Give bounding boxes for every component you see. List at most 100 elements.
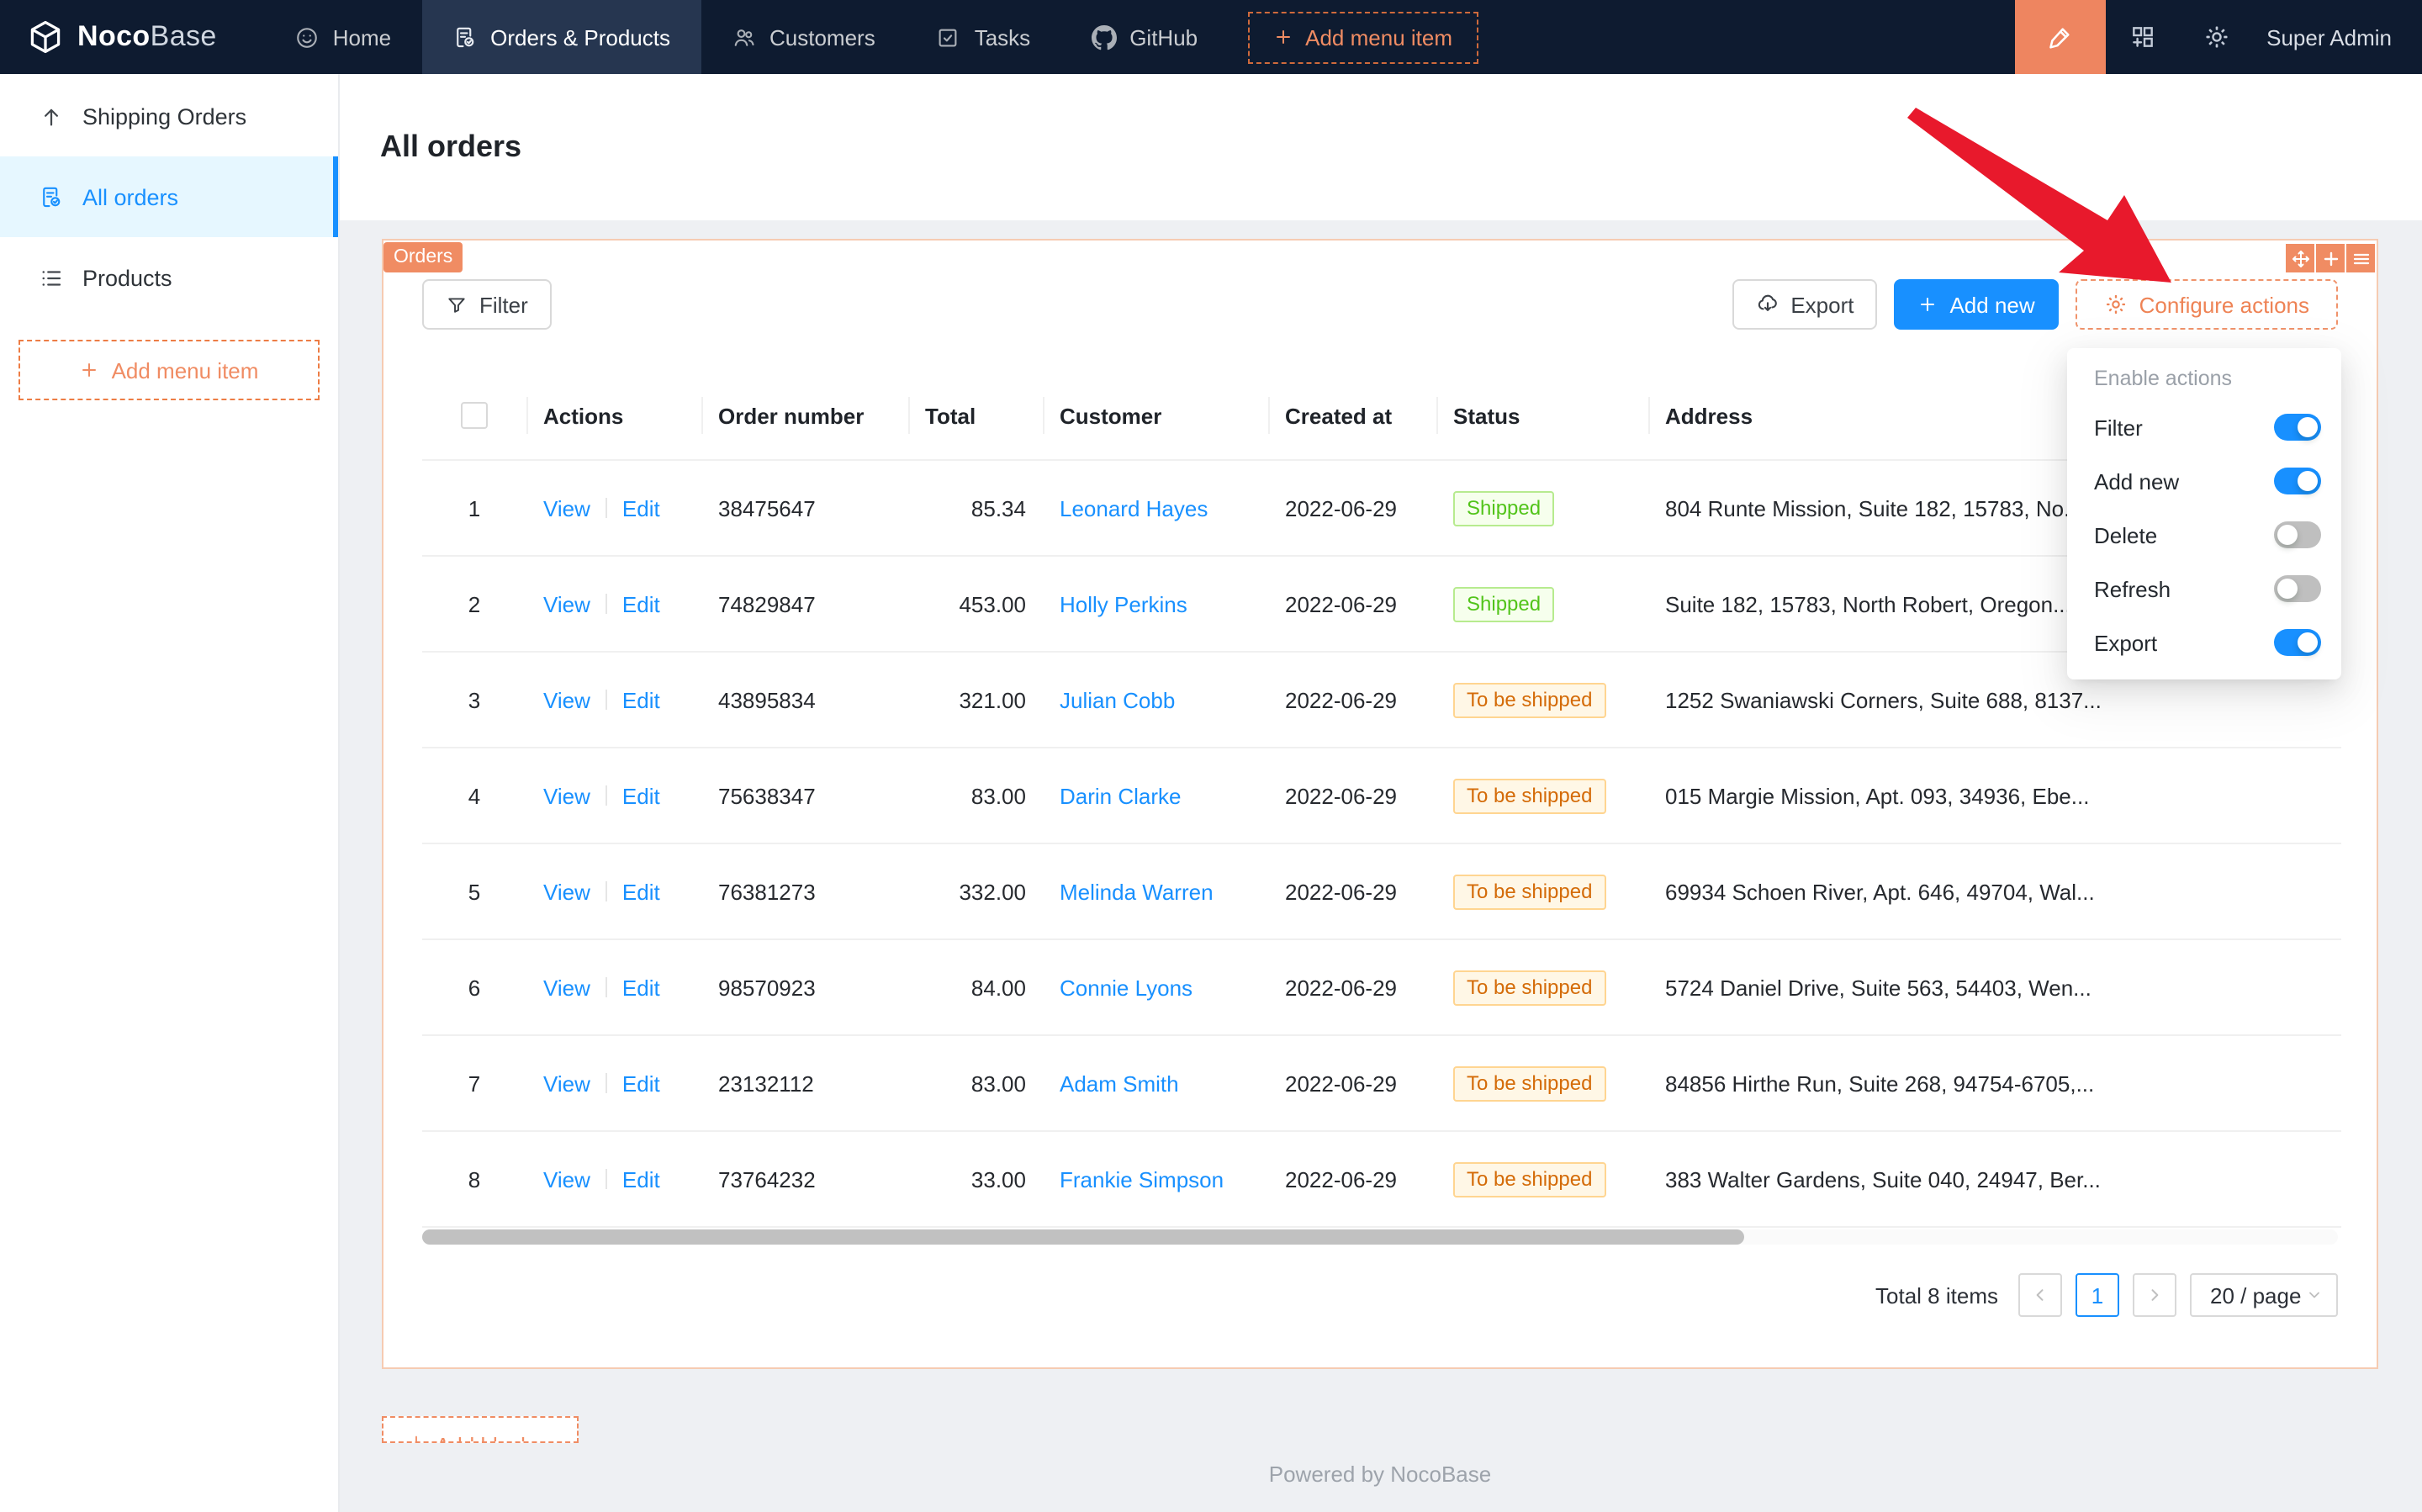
sidebar-add-menu-item-button[interactable]: Add menu item bbox=[19, 340, 320, 400]
view-link[interactable]: View bbox=[543, 1071, 590, 1096]
view-link[interactable]: View bbox=[543, 591, 590, 616]
nav-tab-home[interactable]: Home bbox=[264, 0, 421, 74]
toggle-refresh[interactable] bbox=[2274, 575, 2321, 602]
view-link[interactable]: View bbox=[543, 879, 590, 904]
table-row: 5ViewEdit76381273332.00Melinda Warren202… bbox=[422, 843, 2341, 939]
status-cell: To be shipped bbox=[1436, 939, 1648, 1035]
scrollbar-thumb[interactable] bbox=[422, 1229, 1744, 1245]
navbar-menu: HomeOrders & ProductsCustomersTasksGitHu… bbox=[264, 0, 1228, 74]
edit-link[interactable]: Edit bbox=[622, 879, 660, 904]
add-new-button[interactable]: Add new bbox=[1894, 279, 2058, 330]
created-at-cell: 2022-06-29 bbox=[1268, 460, 1436, 556]
enable-action-item-delete[interactable]: Delete bbox=[2067, 508, 2341, 562]
actions-divider bbox=[606, 976, 607, 997]
edit-link[interactable]: Edit bbox=[622, 495, 660, 521]
customer-link[interactable]: Frankie Simpson bbox=[1060, 1166, 1224, 1192]
status-cell: Shipped bbox=[1436, 556, 1648, 652]
row-actions: View Edit bbox=[526, 460, 701, 556]
row-index: 7 bbox=[422, 1035, 526, 1131]
actions-divider bbox=[606, 785, 607, 805]
edit-link[interactable]: Edit bbox=[622, 975, 660, 1000]
total-cell: 83.00 bbox=[908, 1035, 1043, 1131]
arrow-up-icon bbox=[39, 103, 64, 129]
status-badge: To be shipped bbox=[1453, 874, 1605, 909]
view-link[interactable]: View bbox=[543, 975, 590, 1000]
customer-link[interactable]: Julian Cobb bbox=[1060, 687, 1175, 712]
list-icon bbox=[39, 265, 64, 290]
row-actions: View Edit bbox=[526, 652, 701, 748]
export-button[interactable]: Export bbox=[1732, 279, 1877, 330]
nav-tab-orders-products[interactable]: Orders & Products bbox=[421, 0, 701, 74]
page-number-1[interactable]: 1 bbox=[2076, 1273, 2119, 1317]
toggle-filter[interactable] bbox=[2274, 414, 2321, 441]
nocobase-logo[interactable]: NocoBase bbox=[0, 0, 241, 74]
block-settings-menu-icon[interactable] bbox=[2346, 244, 2375, 272]
edit-link[interactable]: Edit bbox=[622, 1166, 660, 1192]
edit-link[interactable]: Edit bbox=[622, 687, 660, 712]
address-cell: 5724 Daniel Drive, Suite 563, 54403, Wen… bbox=[1648, 939, 2341, 1035]
horizontal-scrollbar bbox=[422, 1229, 2338, 1245]
drag-move-icon[interactable] bbox=[2286, 244, 2314, 272]
enable-action-item-export[interactable]: Export bbox=[2067, 616, 2341, 669]
nav-tab-tasks[interactable]: Tasks bbox=[906, 0, 1060, 74]
plugin-manager-button[interactable] bbox=[2105, 0, 2179, 74]
order-number-cell: 76381273 bbox=[701, 843, 908, 939]
enable-actions-title: Enable actions bbox=[2067, 363, 2341, 400]
order-number-cell: 75638347 bbox=[701, 748, 908, 843]
status-cell: To be shipped bbox=[1436, 1035, 1648, 1131]
enable-action-item-filter[interactable]: Filter bbox=[2067, 400, 2341, 454]
customer-link[interactable]: Darin Clarke bbox=[1060, 783, 1182, 808]
enable-action-item-add-new[interactable]: Add new bbox=[2067, 454, 2341, 508]
page-size-select[interactable]: 20 / page bbox=[2190, 1273, 2338, 1317]
actions-divider bbox=[606, 1168, 607, 1188]
edit-link[interactable]: Edit bbox=[622, 1071, 660, 1096]
edit-link[interactable]: Edit bbox=[622, 591, 660, 616]
customer-link[interactable]: Adam Smith bbox=[1060, 1071, 1179, 1096]
cloud-download-icon bbox=[1755, 293, 1779, 316]
customer-link[interactable]: Connie Lyons bbox=[1060, 975, 1192, 1000]
prev-page-button[interactable] bbox=[2018, 1273, 2062, 1317]
actions-divider bbox=[606, 1072, 607, 1092]
page-title: All orders bbox=[380, 130, 521, 165]
add-block-plus-icon[interactable] bbox=[2316, 244, 2345, 272]
toggle-add-new[interactable] bbox=[2274, 468, 2321, 494]
user-menu[interactable]: Super Admin bbox=[2253, 24, 2422, 50]
view-link[interactable]: View bbox=[543, 1166, 590, 1192]
customer-link[interactable]: Melinda Warren bbox=[1060, 879, 1214, 904]
enable-action-item-refresh[interactable]: Refresh bbox=[2067, 562, 2341, 616]
toggle-delete[interactable] bbox=[2274, 521, 2321, 548]
customer-link[interactable]: Leonard Hayes bbox=[1060, 495, 1208, 521]
view-link[interactable]: View bbox=[543, 495, 590, 521]
block-collection-tag: Orders bbox=[383, 242, 463, 272]
customer-link[interactable]: Holly Perkins bbox=[1060, 591, 1187, 616]
order-number-cell: 23132112 bbox=[701, 1035, 908, 1131]
row-actions: View Edit bbox=[526, 1035, 701, 1131]
row-actions: View Edit bbox=[526, 843, 701, 939]
ui-editor-button[interactable] bbox=[2014, 0, 2105, 74]
gear-icon bbox=[2104, 293, 2128, 316]
sidebar-item-products[interactable]: Products bbox=[0, 237, 338, 318]
view-link[interactable]: View bbox=[543, 783, 590, 808]
order-number-cell: 38475647 bbox=[701, 460, 908, 556]
status-badge: Shipped bbox=[1453, 586, 1554, 621]
nav-tab-customers[interactable]: Customers bbox=[701, 0, 906, 74]
total-cell: 332.00 bbox=[908, 843, 1043, 939]
select-all-checkbox[interactable] bbox=[461, 403, 488, 430]
row-index: 4 bbox=[422, 748, 526, 843]
sidebar-item-all-orders[interactable]: All orders bbox=[0, 156, 338, 237]
view-link[interactable]: View bbox=[543, 687, 590, 712]
configure-actions-button[interactable]: Configure actions bbox=[2076, 279, 2338, 330]
table-row: 1ViewEdit3847564785.34Leonard Hayes2022-… bbox=[422, 460, 2341, 556]
next-page-button[interactable] bbox=[2133, 1273, 2176, 1317]
add-block-button[interactable]: Add block bbox=[382, 1416, 579, 1443]
settings-gear-icon[interactable] bbox=[2179, 0, 2253, 74]
created-at-cell: 2022-06-29 bbox=[1268, 1035, 1436, 1131]
tasks-icon bbox=[936, 24, 961, 50]
actions-divider bbox=[606, 689, 607, 709]
edit-link[interactable]: Edit bbox=[622, 783, 660, 808]
filter-button[interactable]: Filter bbox=[422, 279, 552, 330]
toggle-export[interactable] bbox=[2274, 629, 2321, 656]
nav-tab-github[interactable]: GitHub bbox=[1060, 0, 1228, 74]
navbar-add-menu-item-button[interactable]: Add menu item bbox=[1248, 11, 1478, 63]
sidebar-item-shipping-orders[interactable]: Shipping Orders bbox=[0, 76, 338, 156]
